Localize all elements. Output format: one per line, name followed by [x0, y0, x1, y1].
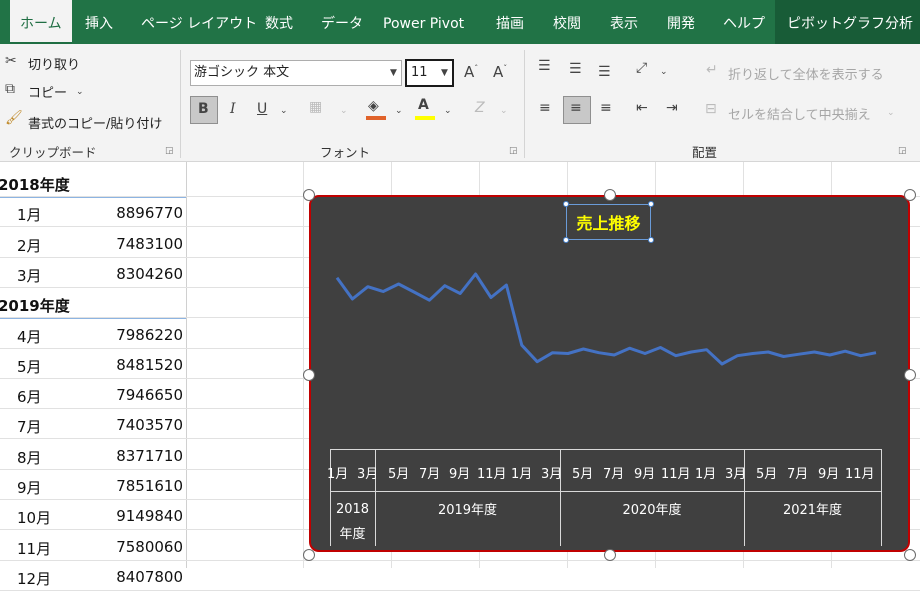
- title-resize-handle[interactable]: [648, 237, 654, 243]
- axis-tick-label: 9月: [449, 467, 471, 482]
- axis-tick-label: 7月: [419, 467, 441, 482]
- axis-line: [881, 449, 882, 546]
- axis-tick-label: 1月: [695, 467, 717, 482]
- axis-line: [330, 449, 882, 450]
- sales-value[interactable]: 8407800: [93, 568, 183, 586]
- axis-tick-label: 3月: [725, 467, 747, 482]
- axis-tick-label: 1月: [511, 467, 533, 482]
- fiscal-year-axis-label: 2020年度: [622, 503, 682, 518]
- fiscal-year-axis-label: 2021年度: [782, 503, 843, 518]
- title-resize-handle[interactable]: [563, 201, 569, 207]
- axis-tick-label: 11月: [477, 467, 507, 482]
- chart-resize-handle[interactable]: [604, 549, 616, 561]
- axis-tick-label: 5月: [572, 467, 594, 482]
- fiscal-year-axis-label: 2018年度: [335, 502, 370, 542]
- title-resize-handle[interactable]: [648, 201, 654, 207]
- chart-resize-handle[interactable]: [303, 369, 315, 381]
- chart-plot: [335, 272, 877, 366]
- axis-tick-label: 5月: [388, 467, 410, 482]
- axis-tick-label: 3月: [541, 467, 563, 482]
- axis-tick-label: 1月: [327, 467, 349, 482]
- sales-series-line[interactable]: [335, 272, 877, 366]
- chart-resize-handle[interactable]: [303, 549, 315, 561]
- axis-tick-label: 9月: [818, 467, 840, 482]
- axis-line: [330, 491, 882, 492]
- axis-tick-label: 7月: [787, 467, 809, 482]
- chart-title[interactable]: 売上推移: [566, 210, 651, 234]
- chart-resize-handle[interactable]: [904, 549, 916, 561]
- chart-resize-handle[interactable]: [604, 189, 616, 201]
- chart-resize-handle[interactable]: [303, 189, 315, 201]
- axis-tick-label: 3月: [357, 467, 379, 482]
- axis-tick-label: 11月: [661, 467, 691, 482]
- axis-tick-label: 9月: [634, 467, 656, 482]
- title-resize-handle[interactable]: [563, 237, 569, 243]
- axis-tick-label: 11月: [845, 467, 875, 482]
- fiscal-year-axis-label: 2019年度: [437, 503, 498, 518]
- chart-resize-handle[interactable]: [904, 369, 916, 381]
- chart-resize-handle[interactable]: [904, 189, 916, 201]
- axis-tick-label: 5月: [756, 467, 778, 482]
- axis-tick-label: 7月: [603, 467, 625, 482]
- month-label[interactable]: 12月: [17, 568, 51, 589]
